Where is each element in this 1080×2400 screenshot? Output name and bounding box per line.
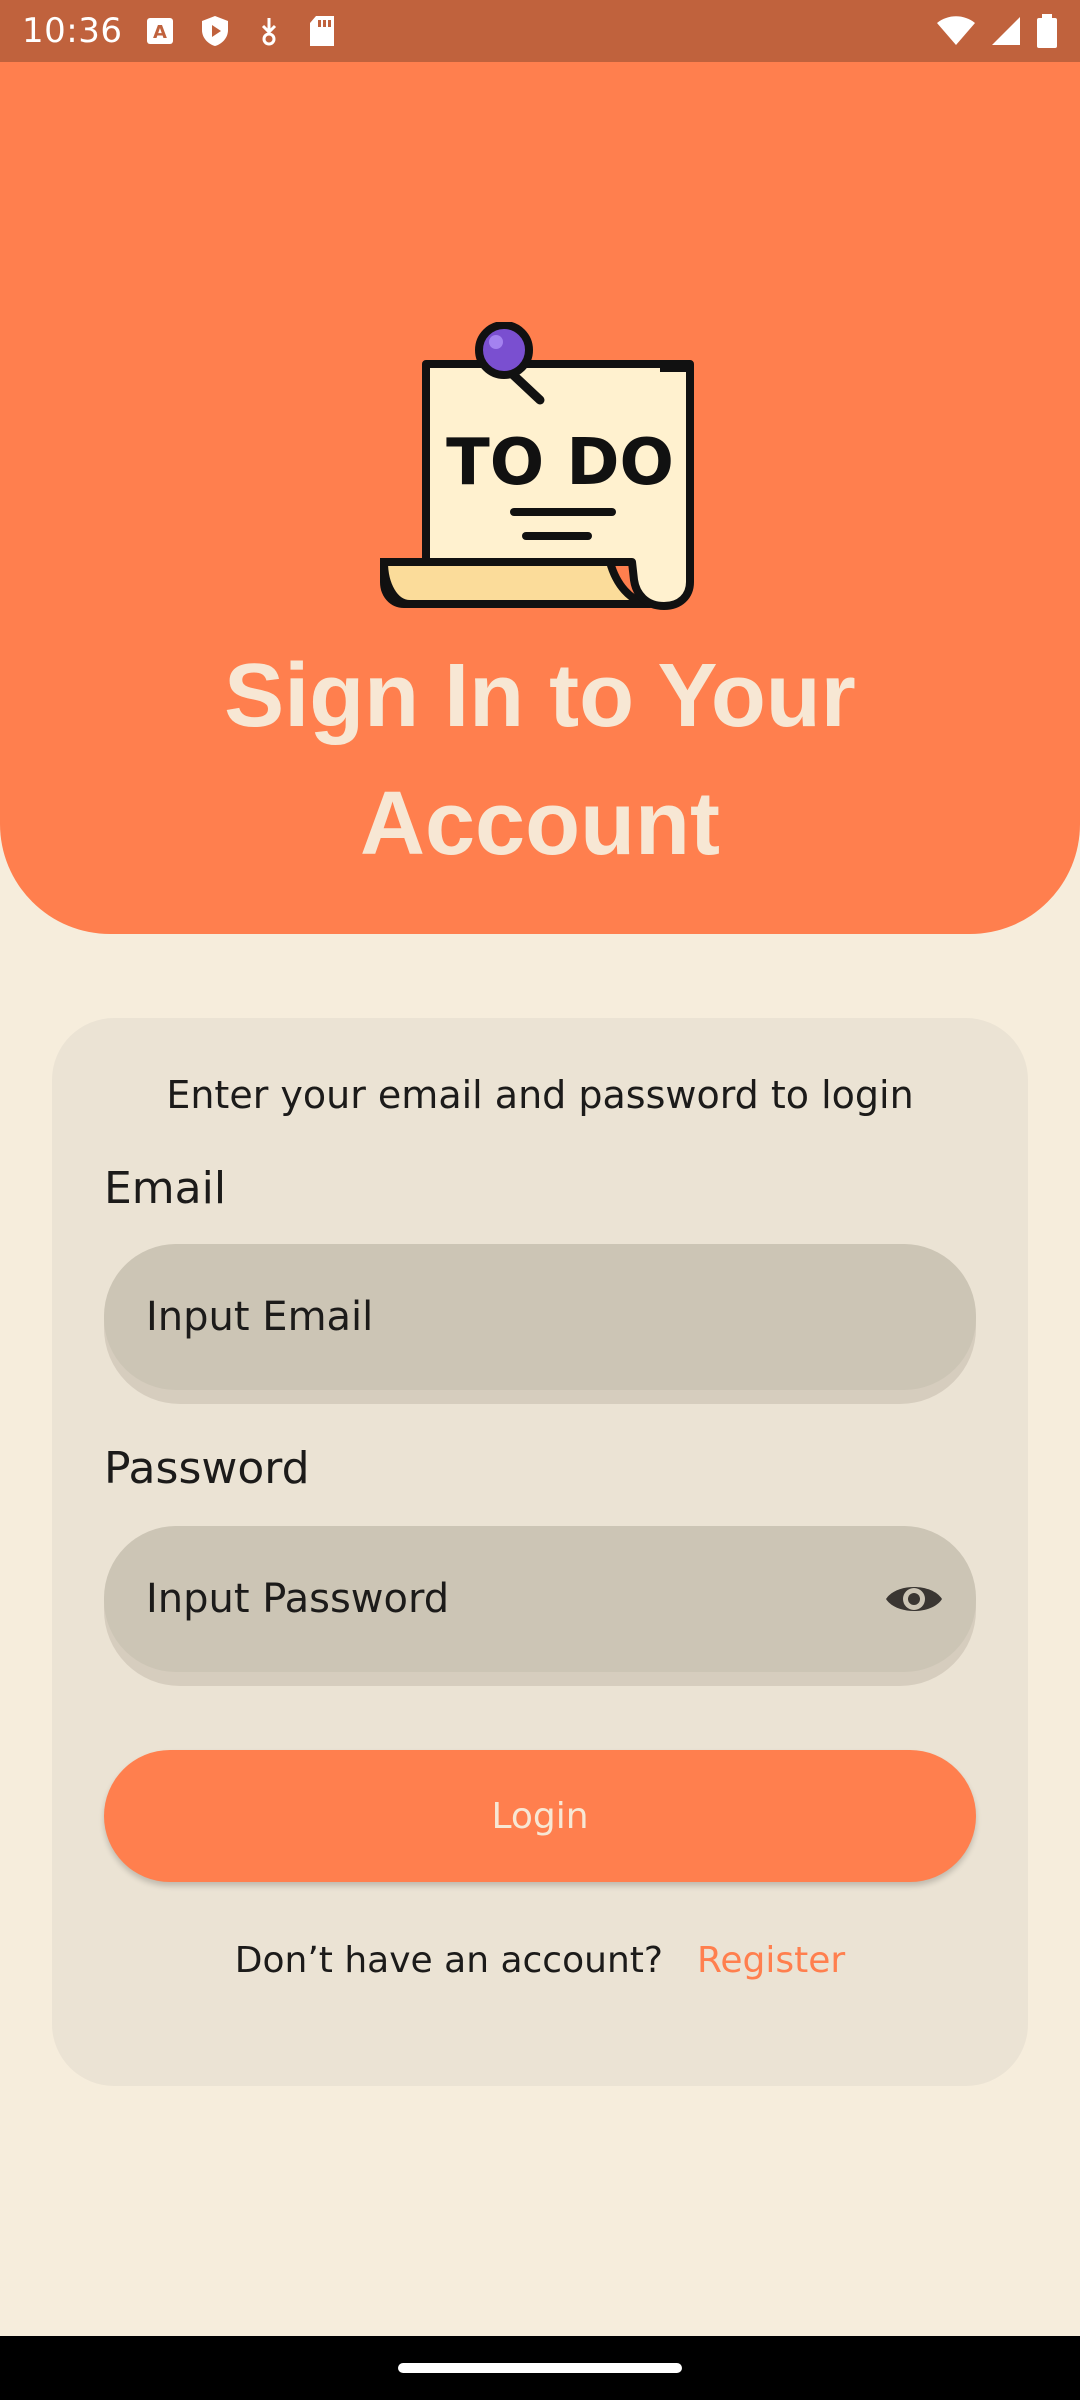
login-instructions: Enter your email and password to login: [166, 1073, 914, 1117]
page-title: Sign In to Your Account: [0, 632, 1080, 888]
password-field[interactable]: Input Password: [104, 1526, 976, 1672]
shield-play-icon: [200, 15, 230, 47]
register-link[interactable]: Register: [697, 1940, 845, 1981]
login-card: Enter your email and password to login E…: [52, 1018, 1028, 2086]
no-account-text: Don’t have an account?: [234, 1940, 663, 1981]
wifi-icon: [936, 15, 976, 47]
page-title-line-2: Account: [360, 774, 720, 874]
status-icons-left: A: [146, 15, 336, 47]
sd-card-icon: [308, 15, 336, 47]
password-field-wrap: Input Password: [104, 1526, 976, 1686]
download-icon: [256, 16, 282, 46]
todo-logo-icon: TO DO: [380, 322, 694, 610]
page-title-line-1: Sign In to Your: [224, 646, 856, 746]
status-bar: 10:36 A: [0, 0, 1080, 62]
header-banner: TO DO Sign In to Your Account: [0, 62, 1080, 934]
svg-text:A: A: [154, 22, 168, 43]
status-time: 10:36: [22, 11, 123, 51]
email-field-wrap: Input Email: [104, 1244, 976, 1404]
email-label: Email: [104, 1163, 227, 1214]
login-button[interactable]: Login: [104, 1750, 976, 1882]
logo-text: TO DO: [446, 426, 674, 500]
eye-icon[interactable]: [884, 1569, 944, 1629]
email-field[interactable]: Input Email: [104, 1244, 976, 1390]
signal-icon: [990, 15, 1022, 47]
text-a-icon: A: [146, 17, 174, 45]
status-icons-right: [936, 14, 1058, 48]
password-label: Password: [104, 1443, 310, 1494]
register-row: Don’t have an account? Register: [52, 1940, 1028, 1981]
home-gesture-handle[interactable]: [398, 2363, 682, 2373]
battery-icon: [1036, 14, 1058, 48]
